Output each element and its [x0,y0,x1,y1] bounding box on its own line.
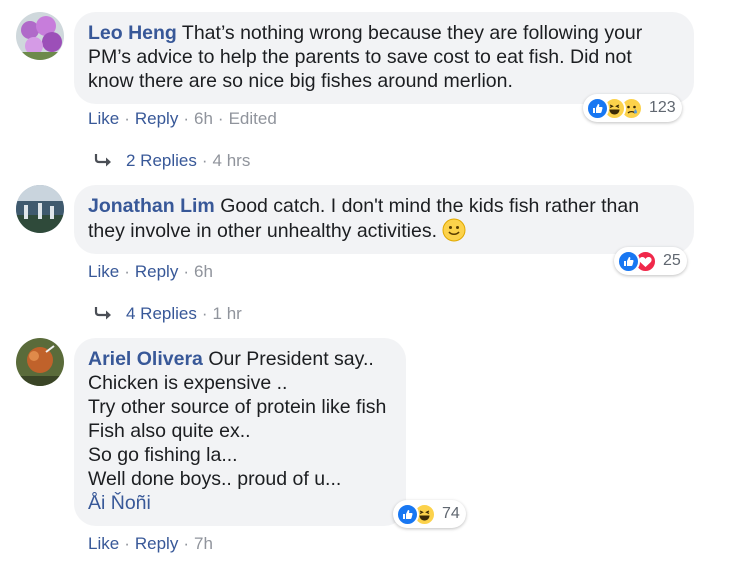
comment-text-line: That’s nothing wrong because they are fo… [181,22,643,44]
comment-text-line: PM’s advice to help the parents to save … [88,46,632,68]
reply-button[interactable]: Reply [135,109,178,128]
separator: · [201,304,208,323]
comment-text-line: Chicken is expensive .. [88,372,288,394]
view-replies[interactable]: 4 Replies · 1 hr [94,304,242,324]
like-icon [617,249,640,273]
comment-author[interactable]: Jonathan Lim [88,195,215,217]
reply-button[interactable]: Reply [135,262,178,281]
avatar[interactable] [16,12,64,60]
like-button[interactable]: Like [88,109,119,128]
view-replies[interactable]: 2 Replies · 4 hrs [94,151,250,171]
comment-text-line: they involve in other unhealthy activiti… [88,220,438,242]
avatar[interactable] [16,338,64,386]
comment-timestamp[interactable]: 6h [194,262,213,281]
comment-bubble: Jonathan Lim Good catch. I don't mind th… [74,185,694,254]
separator: · [124,262,130,281]
reaction-summary[interactable]: 25 [614,247,687,275]
comment-text-line: Fish also quite ex.. [88,420,251,442]
reaction-count: 123 [649,99,676,116]
separator: · [183,262,189,281]
comment-text-line: Try other source of protein like fish [88,396,387,418]
comment-timestamp[interactable]: 7h [194,534,213,553]
separator: · [217,109,224,128]
reply-button[interactable]: Reply [135,534,178,553]
comment-bubble: Ariel Olivera Our President say.. Chicke… [74,338,406,526]
edited-label[interactable]: Edited [229,109,277,128]
separator: · [201,151,208,170]
like-button[interactable]: Like [88,262,119,281]
comment-text-line: Our President say.. [208,348,374,370]
replies-link[interactable]: 2 Replies [126,151,197,170]
replies-time: 4 hrs [212,151,251,170]
tagged-user-link[interactable]: Åi Ňoñi [88,492,151,514]
comment-author[interactable]: Leo Heng [88,22,177,44]
comment-actions: Like · Reply · 6h · Edited [88,109,277,129]
comment-text-line: So go fishing la... [88,444,238,466]
comment-text-line: know there are so nice big fishes around… [88,70,513,92]
comment-text-line: Good catch. I don't mind the kids fish r… [220,195,640,217]
comment-actions: Like · Reply · 7h [88,534,213,554]
avatar[interactable] [16,185,64,233]
separator: · [183,109,189,128]
separator: · [124,109,130,128]
reaction-summary[interactable]: 74 [393,500,466,528]
like-button[interactable]: Like [88,534,119,553]
like-icon [586,96,609,120]
comment-text-line: Well done boys.. proud of u... [88,468,342,490]
smile-emoji-icon [442,218,466,242]
reply-arrow-icon [94,154,111,167]
comment-timestamp[interactable]: 6h [194,109,213,128]
reaction-count: 25 [663,252,681,269]
reaction-count: 74 [442,505,460,522]
comment-author[interactable]: Ariel Olivera [88,348,203,370]
reply-arrow-icon [94,307,111,320]
comment-bubble: Leo Heng That’s nothing wrong because th… [74,12,694,104]
comment-actions: Like · Reply · 6h [88,262,213,282]
separator: · [124,534,130,553]
replies-link[interactable]: 4 Replies [126,304,197,323]
reaction-summary[interactable]: 123 [583,94,682,122]
separator: · [183,534,189,553]
like-icon [396,502,419,526]
replies-time: 1 hr [212,304,242,323]
